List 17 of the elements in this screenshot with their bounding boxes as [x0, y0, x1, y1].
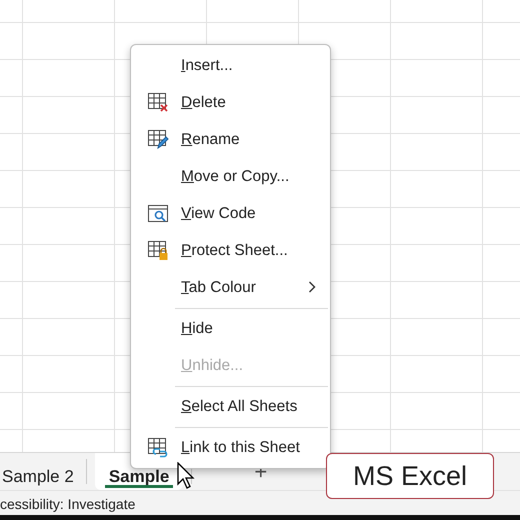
caption-label: MS Excel	[326, 453, 494, 499]
table-pencil-icon	[147, 129, 169, 150]
window-magnifier-icon	[147, 203, 169, 224]
menu-item[interactable]: View Code	[131, 195, 330, 232]
table-delete-icon	[147, 92, 169, 113]
menu-item[interactable]: Tab Colour	[131, 269, 330, 306]
menu-item[interactable]: Select All Sheets	[131, 388, 330, 425]
table-lock-icon	[147, 240, 169, 261]
menu-item[interactable]: Hide	[131, 310, 330, 347]
menu-item[interactable]: Insert...	[131, 47, 330, 84]
table-link-icon	[147, 437, 169, 458]
menu-item[interactable]: Protect Sheet...	[131, 232, 330, 269]
sheet-tab[interactable]: Sample 2	[0, 453, 86, 490]
menu-item[interactable]: Rename	[131, 121, 330, 158]
status-text: cessibility: Investigate	[0, 494, 136, 514]
menu-item[interactable]: Move or Copy...	[131, 158, 330, 195]
menu-item[interactable]: Delete	[131, 84, 330, 121]
